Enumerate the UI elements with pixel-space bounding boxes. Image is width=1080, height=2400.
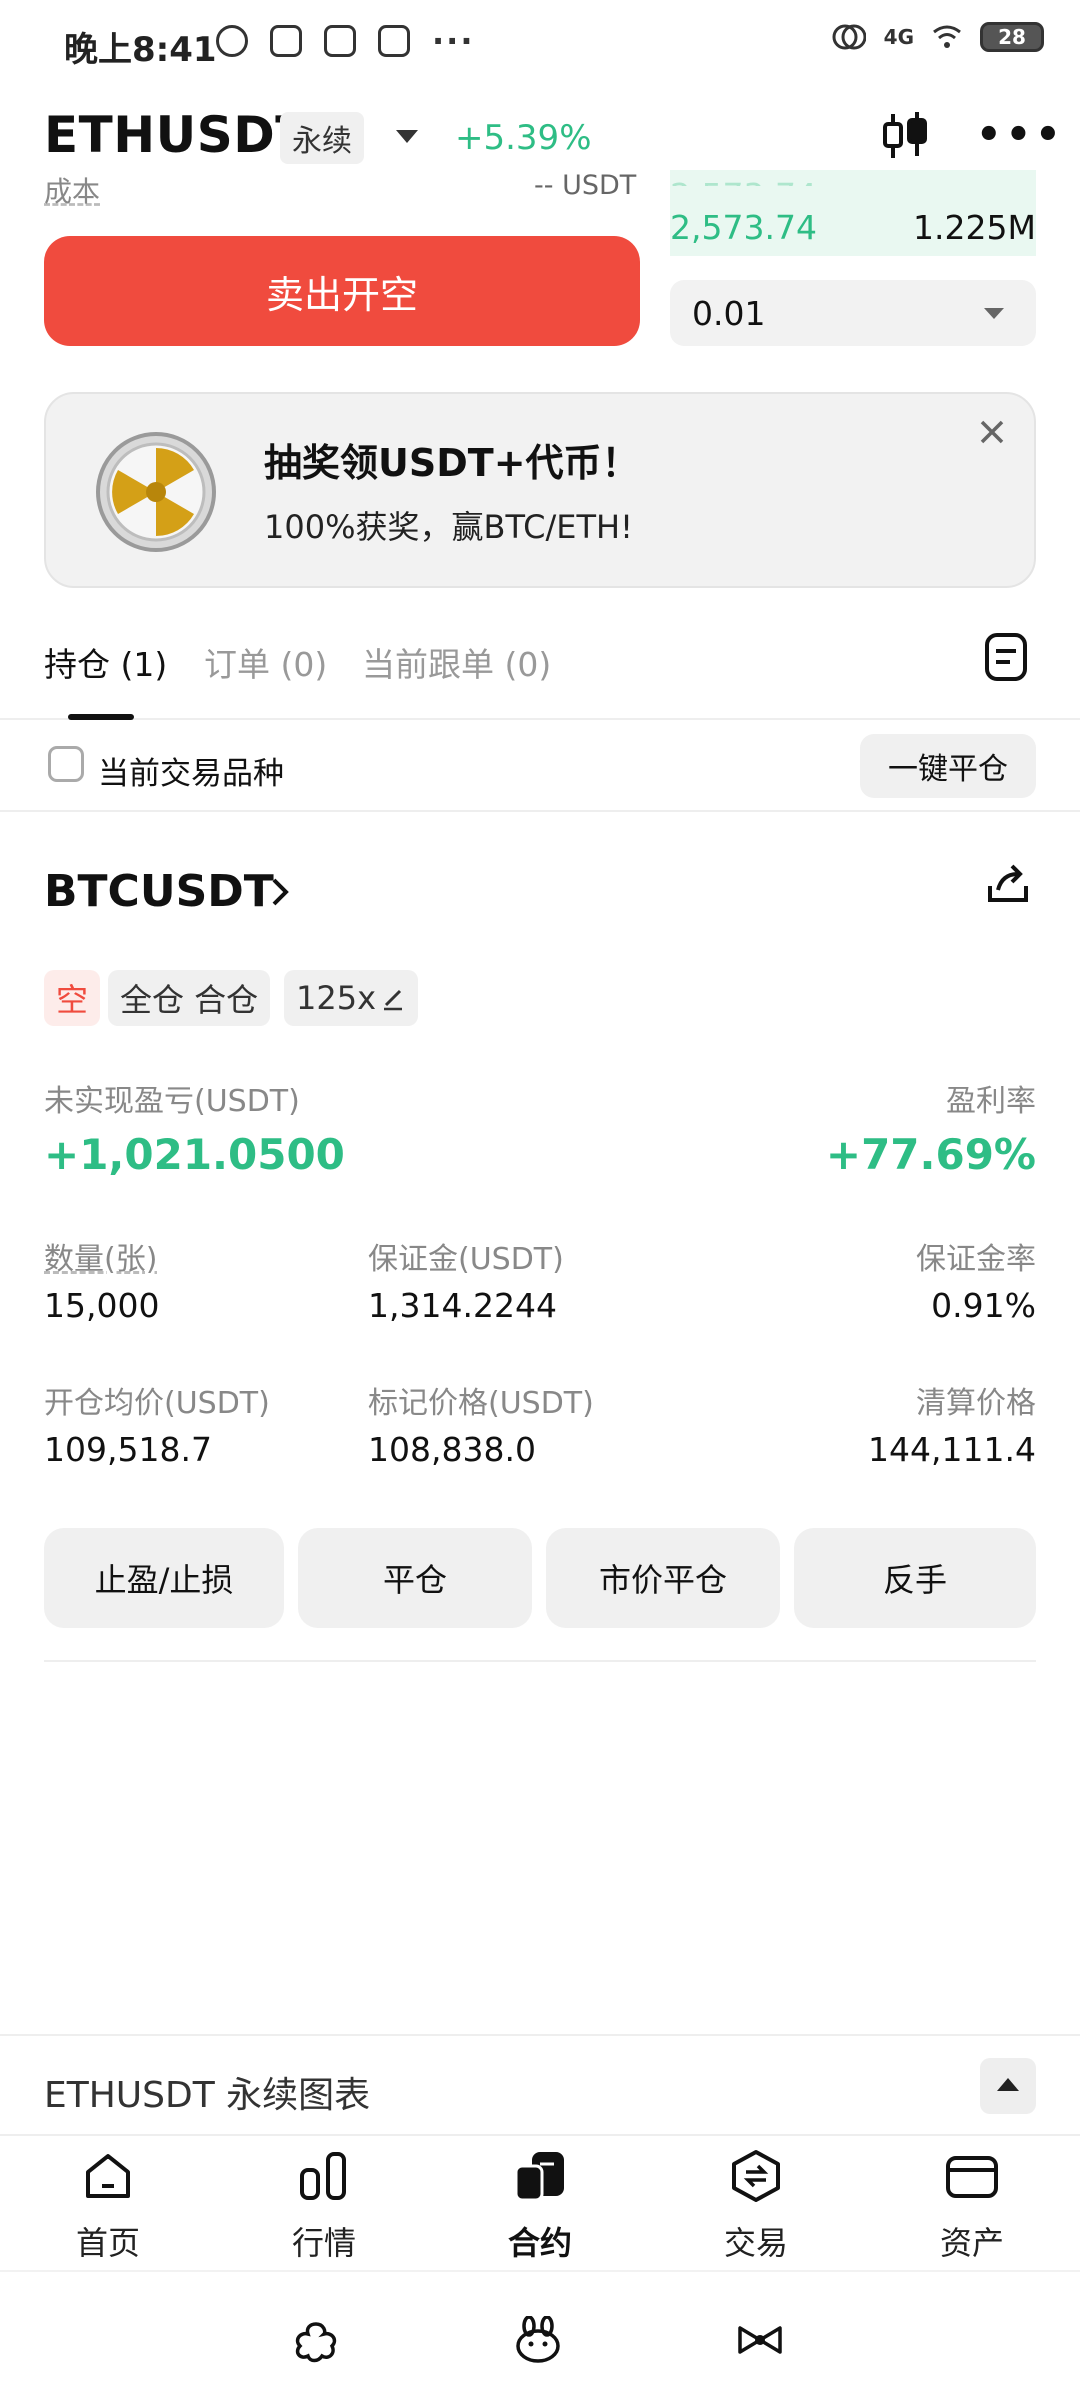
position-actions: 止盈/止损 平仓 市价平仓 反手 xyxy=(44,1528,1036,1628)
trade-swap-icon xyxy=(732,2150,780,2202)
nav-assets-label: 资产 xyxy=(939,2224,1004,2262)
tp-sl-button[interactable]: 止盈/止损 xyxy=(44,1528,284,1628)
nav-home[interactable]: 首页 xyxy=(38,2148,178,2268)
bottom-navigation: 首页 行情 合约 交易 资产 xyxy=(0,2138,1080,2268)
reverse-position-button[interactable]: 反手 xyxy=(794,1528,1036,1628)
position-symbol[interactable]: BTCUSDT xyxy=(44,866,274,917)
chevron-down-icon[interactable] xyxy=(396,130,418,143)
tab-positions[interactable]: 持仓 (1) xyxy=(44,638,167,686)
unrealized-pnl-label: 未实现盈亏(USDT) xyxy=(44,1084,300,1119)
chart-drawer-bar[interactable]: ETHUSDT 永续图表 xyxy=(0,2034,1080,2136)
qty-step-value: 0.01 xyxy=(692,294,766,333)
status-system-icons: 4G 28 xyxy=(832,20,1044,54)
bunny-icon[interactable] xyxy=(512,2316,564,2364)
close-icon[interactable] xyxy=(972,412,1012,452)
share-icon[interactable] xyxy=(984,862,1032,906)
margin-value: 1,314.2244 xyxy=(368,1286,557,1325)
liquidation-price-label: 清算价格 xyxy=(916,1386,1036,1421)
orderbook-price[interactable]: 2,573.74 xyxy=(670,208,817,247)
candlestick-chart-icon[interactable] xyxy=(880,110,930,162)
tab-orders[interactable]: 订单 (0) xyxy=(204,638,327,686)
promo-title: 抽奖领USDT+代币！ xyxy=(264,441,640,485)
trading-header: ETHUSDT 永续 +5.39% ••• xyxy=(0,100,1080,180)
status-overflow: ··· xyxy=(432,22,475,60)
roe-label: 盈利率 xyxy=(946,1084,1036,1119)
wallet-icon xyxy=(946,2156,998,2198)
edit-icon xyxy=(384,989,403,1011)
settings-icon xyxy=(216,25,248,57)
margin-mode-tag: 全仓 合仓 xyxy=(108,970,271,1026)
nav-futures-label: 合约 xyxy=(507,2224,572,2262)
mark-price-value: 108,838.0 xyxy=(368,1430,536,1469)
current-symbol-label: 当前交易品种 xyxy=(98,756,284,792)
chevron-right-icon[interactable] xyxy=(268,874,292,910)
orderbook-partial-row: 2,573.74 xyxy=(670,176,817,186)
nav-trade-label: 交易 xyxy=(723,2224,788,2262)
nav-market[interactable]: 行情 xyxy=(254,2148,394,2268)
app-notification-icon xyxy=(270,25,302,57)
vibrate-icon xyxy=(832,24,866,50)
signal-icon: 4G xyxy=(883,25,914,49)
status-notification-icons: ··· xyxy=(216,22,474,60)
leverage-value: 125x xyxy=(296,979,377,1017)
futures-icon xyxy=(514,2152,564,2202)
status-time: 晚上8:41 xyxy=(64,30,217,70)
current-symbol-checkbox[interactable] xyxy=(48,746,84,782)
margin-ratio-label: 保证金率 xyxy=(916,1242,1036,1277)
size-value: 15,000 xyxy=(44,1286,160,1325)
sell-open-short-button[interactable]: 卖出开空 xyxy=(44,236,640,346)
nav-home-label: 首页 xyxy=(75,2224,140,2262)
paw-icon[interactable] xyxy=(290,2316,342,2364)
more-icon[interactable]: ••• xyxy=(976,115,1065,155)
close-all-button[interactable]: 一键平仓 xyxy=(860,734,1036,798)
symbol-selector[interactable]: ETHUSDT xyxy=(44,106,310,164)
roe-value: +77.69% xyxy=(825,1130,1036,1179)
leverage-tag[interactable]: 125x xyxy=(284,970,419,1026)
app-notification-icon xyxy=(324,25,356,57)
nav-trade[interactable]: 交易 xyxy=(686,2148,826,2268)
promo-subtitle: 100%获奖，赢BTC/ETH! xyxy=(264,508,633,546)
bow-icon[interactable] xyxy=(734,2316,786,2364)
active-tab-indicator xyxy=(68,714,134,720)
nav-market-label: 行情 xyxy=(291,2224,356,2262)
document-icon[interactable] xyxy=(984,632,1028,682)
market-close-button[interactable]: 市价平仓 xyxy=(546,1528,780,1628)
status-bar: 晚上8:41 ··· 4G 28 xyxy=(0,0,1080,90)
nav-assets[interactable]: 资产 xyxy=(902,2148,1042,2268)
close-position-button[interactable]: 平仓 xyxy=(298,1528,532,1628)
tab-copy-trades[interactable]: 当前跟单 (0) xyxy=(362,638,551,686)
expand-chart-button[interactable] xyxy=(980,2058,1036,2114)
unrealized-pnl-value: +1,021.0500 xyxy=(44,1130,345,1179)
position-tabs: 持仓 (1) 订单 (0) 当前跟单 (0) xyxy=(0,620,1080,720)
wifi-icon xyxy=(933,25,961,48)
liquidation-price-value: 144,111.4 xyxy=(868,1430,1036,1469)
entry-price-value: 109,518.7 xyxy=(44,1430,212,1469)
chevron-down-icon xyxy=(984,308,1004,319)
side-tag-short: 空 xyxy=(44,970,101,1026)
margin-label: 保证金(USDT) xyxy=(368,1242,564,1277)
margin-ratio-value: 0.91% xyxy=(931,1286,1036,1325)
price-change: +5.39% xyxy=(455,118,592,158)
nav-futures[interactable]: 合约 xyxy=(470,2148,610,2268)
mark-price-label: 标记价格(USDT) xyxy=(368,1386,594,1421)
contract-type-badge: 永续 xyxy=(280,112,364,164)
app-notification-icon xyxy=(378,25,410,57)
market-bars-icon xyxy=(300,2152,346,2200)
chevron-up-icon xyxy=(997,2078,1019,2091)
lottery-coin-icon xyxy=(96,432,216,552)
system-navigation-bar xyxy=(0,2270,1080,2400)
promo-banner[interactable]: 抽奖领USDT+代币！ 100%获奖，赢BTC/ETH! xyxy=(44,392,1036,588)
cost-value: -- USDT xyxy=(534,170,637,201)
orderbook-quantity: 1.225M xyxy=(913,208,1036,247)
cost-label: 成本 xyxy=(44,175,101,208)
filter-row: 当前交易品种 一键平仓 xyxy=(0,722,1080,812)
chart-drawer-title: ETHUSDT 永续图表 xyxy=(44,2075,371,2116)
size-label: 数量(张) xyxy=(44,1242,158,1277)
home-icon xyxy=(86,2154,130,2198)
divider xyxy=(44,1660,1036,1662)
qty-step-select[interactable]: 0.01 xyxy=(670,280,1036,346)
entry-price-label: 开仓均价(USDT) xyxy=(44,1386,270,1421)
battery-icon: 28 xyxy=(980,22,1044,52)
